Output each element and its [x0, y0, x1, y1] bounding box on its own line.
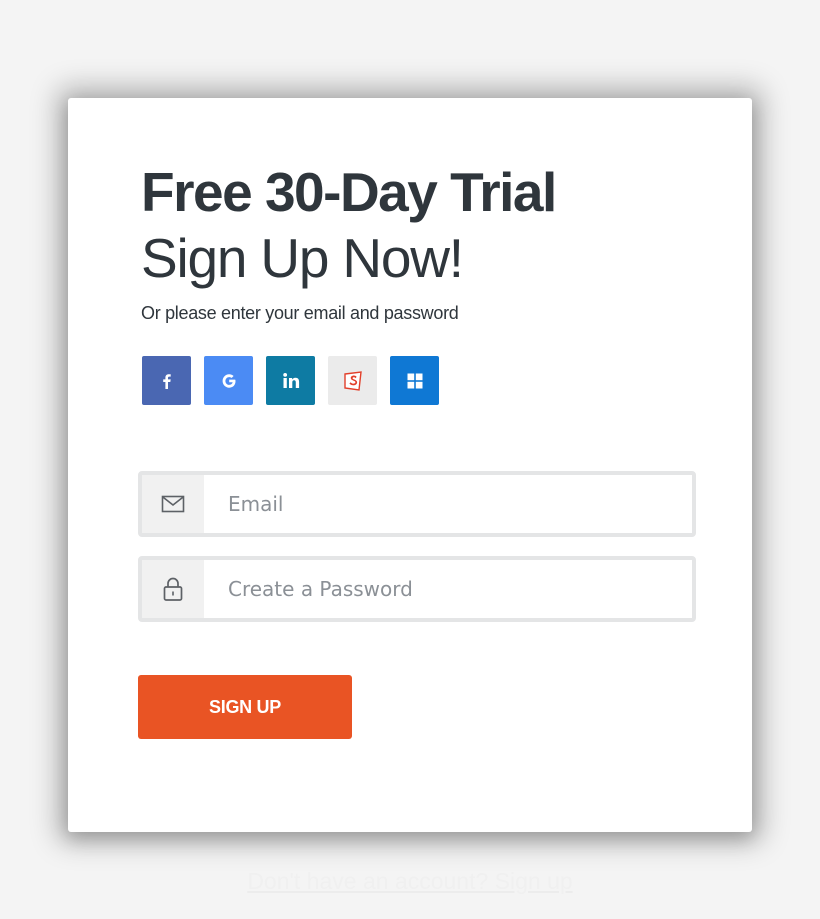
- facebook-login-button[interactable]: [142, 356, 191, 405]
- linkedin-login-button[interactable]: [266, 356, 315, 405]
- envelope-icon: [161, 495, 185, 513]
- email-field-icon-box: [142, 475, 204, 533]
- smartsheet-icon: [343, 370, 362, 391]
- password-input[interactable]: [204, 560, 692, 618]
- password-field-icon-box: [142, 560, 204, 618]
- linkedin-icon: [282, 372, 299, 388]
- smartsheet-login-button[interactable]: [328, 356, 377, 405]
- google-login-button[interactable]: [204, 356, 253, 405]
- email-field[interactable]: [138, 471, 696, 537]
- google-icon: [222, 373, 235, 388]
- sign-up-link[interactable]: Don't have an account? Sign up: [0, 868, 820, 895]
- sign-up-button[interactable]: SIGN UP: [138, 675, 352, 739]
- email-input[interactable]: [204, 475, 692, 533]
- signup-card: Free 30-Day Trial Sign Up Now! Or please…: [68, 98, 752, 832]
- page-subheading: Sign Up Now!: [141, 227, 464, 289]
- facebook-icon: [162, 373, 171, 389]
- lock-icon: [163, 577, 183, 601]
- social-login-row: [142, 356, 439, 405]
- microsoft-login-button[interactable]: [390, 356, 439, 405]
- password-field[interactable]: [138, 556, 696, 622]
- form-instructions: Or please enter your email and password: [141, 303, 459, 323]
- microsoft-icon: [407, 373, 422, 388]
- page-title: Free 30-Day Trial: [141, 161, 557, 223]
